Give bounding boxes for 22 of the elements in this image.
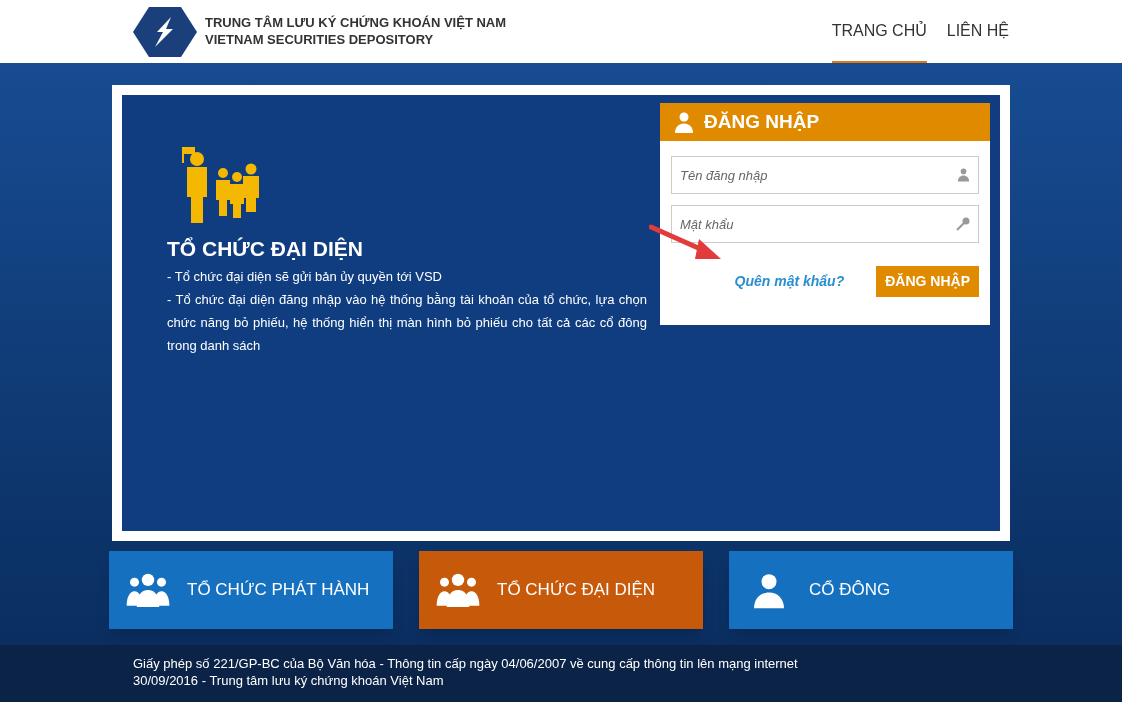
group-icon bbox=[435, 572, 481, 608]
user-icon bbox=[672, 110, 696, 134]
logo-icon bbox=[133, 6, 197, 57]
role-tab[interactable]: TỔ CHỨC ĐẠI DIỆN bbox=[419, 551, 703, 629]
footer-text: 30/09/2016 - Trung tâm lưu ký chứng khoán Việt Nam bbox=[133, 672, 445, 689]
user-icon bbox=[956, 167, 971, 182]
description-text: - Tổ chức đại diện đăng nhập vào hệ thống bằng tài khoản của tổ chức, lựa chọn chức năng bỏ phiếu, hệ thống hiển thị màn hình bỏ phiếu cho tất cả các cổ đông trong danh sách bbox=[167, 290, 647, 355]
key-icon bbox=[955, 216, 971, 232]
username-field[interactable]: Tên đăng nhập bbox=[671, 156, 979, 194]
login-button[interactable]: ĐĂNG NHẬP bbox=[876, 266, 979, 297]
nav-link[interactable]: LIÊN HỆ bbox=[946, 0, 1009, 63]
password-field[interactable]: Mật khẩu bbox=[671, 205, 979, 243]
login-title: ĐĂNG NHẬP bbox=[704, 109, 820, 134]
forgot-password-link[interactable]: Quên mật khẩu? bbox=[734, 271, 845, 292]
role-tab[interactable]: CỔ ĐÔNG bbox=[729, 551, 1013, 629]
section-title: TỔ CHỨC ĐẠI DIỆN bbox=[167, 236, 364, 262]
group-icon bbox=[125, 572, 171, 608]
role-tab[interactable]: TỔ CHỨC PHÁT HÀNH bbox=[109, 551, 393, 629]
org-name-english: VIETNAM SECURITIES DEPOSITORY bbox=[205, 31, 435, 48]
org-name: TRUNG TÂM LƯU KÝ CHỨNG KHOÁN VIỆT NAM bbox=[205, 15, 507, 32]
description-text: - Tổ chức đại diện sẽ gửi bản ủy quyền tới VSD bbox=[167, 267, 443, 286]
footer-text: Giấy phép số 221/GP-BC của Bộ Văn hóa - Thông tin cấp ngày 04/06/2007 về cung cấp thông tin lên mạng internet bbox=[133, 655, 799, 672]
